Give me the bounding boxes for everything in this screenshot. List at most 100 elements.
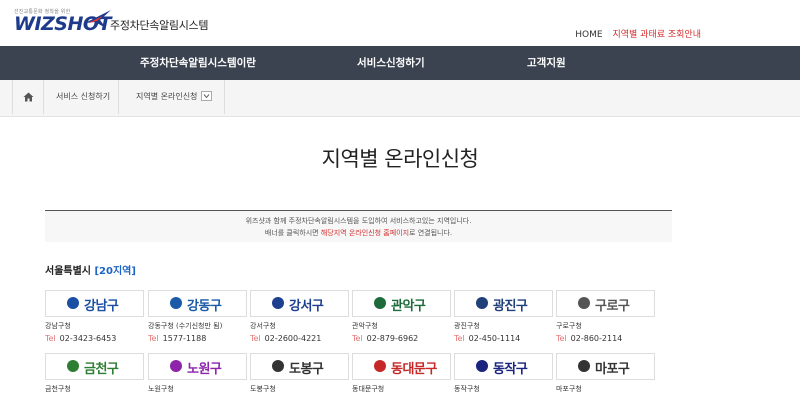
- region-title: 서울특별시 [20지역]: [45, 262, 136, 277]
- district-logo-banner[interactable]: 관악구: [352, 290, 451, 317]
- nav-about[interactable]: 주정차단속알림시스템이란: [140, 46, 256, 80]
- district-phone: Tel 02-879-6962: [352, 334, 451, 343]
- main-nav: 주정차단속알림시스템이란 서비스신청하기 고객지원: [0, 46, 800, 80]
- district-logo-text: 광진구: [493, 299, 528, 314]
- region-name: 서울특별시: [45, 266, 91, 277]
- fine-info-link[interactable]: 지역별 과태료 조회안내: [612, 30, 701, 40]
- district-phone: Tel 1577-1188: [148, 334, 247, 343]
- home-link[interactable]: HOME: [575, 30, 602, 40]
- district-logo-banner[interactable]: 광진구: [454, 290, 553, 317]
- district-emblem-icon: [476, 360, 488, 372]
- district-card[interactable]: 광진구광진구청 Tel 02-450-1114: [454, 290, 553, 343]
- district-phone: Tel 02-860-2114: [556, 334, 655, 343]
- district-card[interactable]: 강서구강서구청 Tel 02-2600-4221: [250, 290, 349, 343]
- tel-label: Tel: [45, 334, 56, 343]
- district-office-name: 금천구청: [45, 385, 71, 393]
- district-office-name: 도봉구청: [250, 385, 276, 393]
- district-logo-banner[interactable]: 동대문구: [352, 353, 451, 380]
- district-card[interactable]: 동대문구동대문구청: [352, 353, 451, 394]
- page-title: 지역별 온라인신청: [321, 147, 479, 171]
- district-logo-text: 구로구: [595, 299, 630, 314]
- district-logo-text: 관악구: [391, 299, 426, 314]
- district-emblem-icon: [272, 360, 284, 372]
- notice-highlight: 해당지역 온라인신청 홈페이지: [320, 229, 410, 237]
- tel-number: 02-3423-6453: [59, 334, 117, 343]
- district-logo-banner[interactable]: 금천구: [45, 353, 144, 380]
- district-card[interactable]: 노원구노원구청: [148, 353, 247, 394]
- district-emblem-icon: [170, 297, 182, 309]
- district-phone: Tel 02-450-1114: [454, 334, 553, 343]
- district-logo-text: 노원구: [187, 362, 222, 377]
- district-logo-banner[interactable]: 강서구: [250, 290, 349, 317]
- district-logo-banner[interactable]: 노원구: [148, 353, 247, 380]
- district-emblem-icon: [67, 297, 79, 309]
- district-logo-text: 동작구: [493, 362, 528, 377]
- district-phone: Tel 02-3423-6453: [45, 334, 144, 343]
- logo-bird-icon: [85, 10, 111, 28]
- district-office-name: 동대문구청: [352, 385, 385, 393]
- notice-line2: 배너를 클릭하시면 해당지역 온라인신청 홈페이지로 연결됩니다.: [264, 229, 453, 237]
- district-phone: Tel 02-2600-4221: [250, 334, 349, 343]
- notice-box: 위즈샷과 함께 주정차단속알림시스템을 도입하여 서비스하고있는 지역입니다. …: [45, 210, 672, 242]
- notice-line1: 위즈샷과 함께 주정차단속알림시스템을 도입하여 서비스하고있는 지역입니다.: [245, 217, 472, 225]
- district-logo-text: 강남구: [84, 299, 119, 314]
- tel-label: Tel: [250, 334, 261, 343]
- district-office-name: 강남구청: [45, 322, 71, 330]
- district-office-name: 관악구청: [352, 322, 378, 330]
- district-emblem-icon: [272, 297, 284, 309]
- region-count: [20지역]: [94, 266, 136, 277]
- district-card[interactable]: 동작구동작구청: [454, 353, 553, 394]
- district-emblem-icon: [170, 360, 182, 372]
- district-emblem-icon: [374, 297, 386, 309]
- district-office-name: 강동구청 (수기신청만 됨): [148, 322, 223, 330]
- district-logo-text: 도봉구: [289, 362, 324, 377]
- district-card[interactable]: 강동구강동구청 (수기신청만 됨) Tel 1577-1188: [148, 290, 247, 343]
- district-card[interactable]: 마포구 마포구청: [556, 353, 655, 394]
- district-office-name: 광진구청: [454, 322, 480, 330]
- tel-label: Tel: [352, 334, 363, 343]
- nav-support[interactable]: 고객지원: [527, 46, 566, 80]
- breadcrumb: 서비스 신청하기 지역별 온라인신청: [0, 80, 800, 117]
- breadcrumb-level2[interactable]: 지역별 온라인신청: [119, 80, 225, 114]
- district-logo-text: 동대문구: [391, 362, 437, 377]
- district-logo-banner[interactable]: 마포구: [556, 353, 655, 380]
- district-card[interactable]: 금천구금천구청: [45, 353, 144, 394]
- breadcrumb-level1[interactable]: 서비스 신청하기: [44, 80, 119, 114]
- district-emblem-icon: [67, 360, 79, 372]
- district-logo-text: 금천구: [84, 362, 119, 377]
- tel-label: Tel: [454, 334, 465, 343]
- district-office-name: 구로구청: [556, 322, 582, 330]
- district-office-name: 강서구청: [250, 322, 276, 330]
- district-logo-banner[interactable]: 동작구: [454, 353, 553, 380]
- district-logo-text: 강서구: [289, 299, 324, 314]
- tel-label: Tel: [148, 334, 159, 343]
- district-logo-text: 마포구: [595, 362, 630, 377]
- district-logo-banner[interactable]: 도봉구: [250, 353, 349, 380]
- district-emblem-icon: [578, 360, 590, 372]
- top-links: HOME 지역별 과태료 조회안내: [575, 27, 701, 40]
- breadcrumb-level2-label: 지역별 온라인신청: [136, 92, 198, 101]
- tel-label: Tel: [556, 334, 567, 343]
- district-emblem-icon: [578, 297, 590, 309]
- breadcrumb-home[interactable]: [12, 80, 44, 114]
- district-emblem-icon: [476, 297, 488, 309]
- tel-number: 02-860-2114: [570, 334, 623, 343]
- district-card[interactable]: 도봉구도봉구청: [250, 353, 349, 394]
- district-office-name: 동작구청: [454, 385, 480, 393]
- chevron-down-icon: [204, 93, 210, 98]
- nav-apply[interactable]: 서비스신청하기: [357, 46, 425, 80]
- district-logo-banner[interactable]: 구로구: [556, 290, 655, 317]
- tel-number: 02-879-6962: [366, 334, 419, 343]
- district-office-name: 노원구청: [148, 385, 174, 393]
- logo-system-name: 주정차단속알림시스템: [110, 19, 209, 32]
- district-logo-banner[interactable]: 강동구: [148, 290, 247, 317]
- district-card[interactable]: 구로구구로구청 Tel 02-860-2114: [556, 290, 655, 343]
- site-header: 선진교통문화 정착을 위한 WIZSHOT 주정차단속알림시스템 HOME 지역…: [0, 0, 800, 46]
- breadcrumb-dropdown-button[interactable]: [201, 90, 213, 101]
- district-logo-banner[interactable]: 강남구: [45, 290, 144, 317]
- district-card[interactable]: 관악구관악구청 Tel 02-879-6962: [352, 290, 451, 343]
- home-icon: [23, 92, 33, 101]
- tel-number: 02-450-1114: [468, 334, 521, 343]
- district-card[interactable]: 강남구강남구청 Tel 02-3423-6453: [45, 290, 144, 343]
- tel-number: 1577-1188: [162, 334, 207, 343]
